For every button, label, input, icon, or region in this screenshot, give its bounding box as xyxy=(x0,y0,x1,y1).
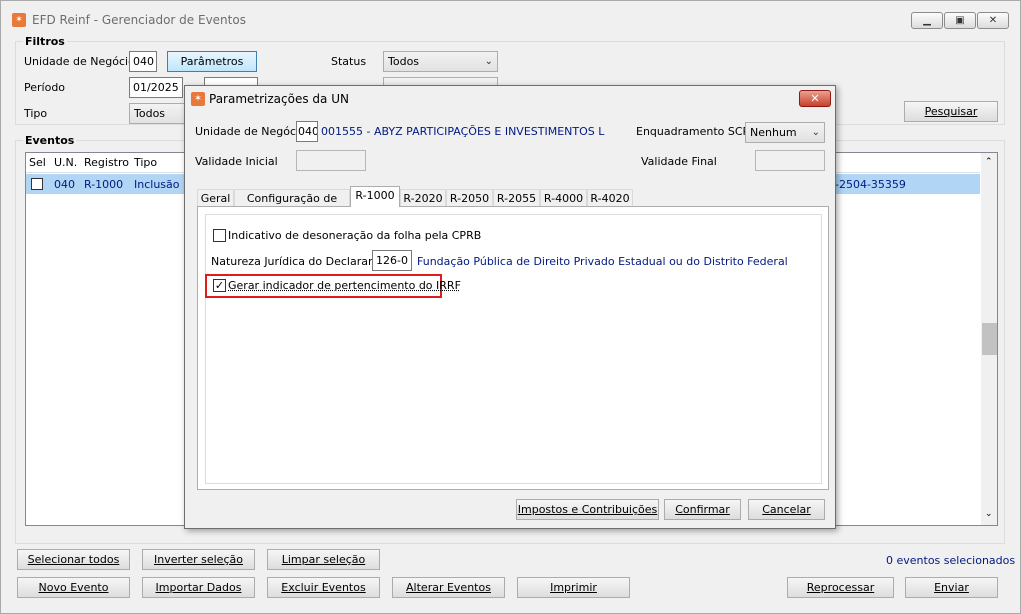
inverter-selecao-label: Inverter seleção xyxy=(154,553,243,566)
tipo-select[interactable]: Todos xyxy=(129,103,189,124)
check-icon: ✓ xyxy=(214,279,225,292)
natureza-input[interactable]: 126-0 xyxy=(372,250,412,271)
tab-r4020[interactable]: R-4020 xyxy=(587,189,633,207)
dialog-close-button[interactable]: ✕ xyxy=(799,90,831,107)
col-registro[interactable]: Registro xyxy=(84,156,129,169)
col-un[interactable]: U.N. xyxy=(54,156,77,169)
alterar-eventos-button[interactable]: Alterar Eventos xyxy=(392,577,505,598)
maximize-button[interactable]: ▣ xyxy=(944,12,976,29)
tab-r2050[interactable]: R-2050 xyxy=(446,189,493,207)
selecionar-todos-label: Selecionar todos xyxy=(27,553,120,566)
desoneracao-label: Indicativo de desoneração da folha pela … xyxy=(228,229,482,242)
unidade-label: Unidade de Negócio xyxy=(24,55,135,68)
scroll-up-icon[interactable]: ⌃ xyxy=(985,157,993,167)
enquadramento-label: Enquadramento SCP xyxy=(636,125,750,138)
enquadramento-value: Nenhum xyxy=(750,126,797,139)
imprimir-button[interactable]: Imprimir xyxy=(517,577,630,598)
importar-dados-button[interactable]: Importar Dados xyxy=(142,577,255,598)
filtros-title: Filtros xyxy=(23,35,67,48)
r1000-tab-panel: Indicativo de desoneração da folha pela … xyxy=(197,206,829,490)
parametrizacoes-dialog: ✶ Parametrizações da UN ✕ Unidade de Neg… xyxy=(184,85,836,529)
close-icon: ✕ xyxy=(988,15,998,26)
limpar-selecao-button[interactable]: Limpar seleção xyxy=(267,549,380,570)
limpar-selecao-label: Limpar seleção xyxy=(281,553,366,566)
window-title: EFD Reinf - Gerenciador de Eventos xyxy=(32,13,246,27)
reinf-logo-icon: ✶ xyxy=(191,92,205,106)
validade-inicial-label: Validade Inicial xyxy=(195,155,278,168)
chevron-down-icon: ⌄ xyxy=(811,127,820,138)
validade-final-label: Validade Final xyxy=(641,155,717,168)
reprocessar-label: Reprocessar xyxy=(806,581,875,594)
row-un: 040 xyxy=(54,178,75,191)
eventos-selecionados-count: 0 eventos selecionados xyxy=(886,554,1016,567)
scroll-thumb[interactable] xyxy=(982,323,997,355)
enviar-button[interactable]: Enviar xyxy=(905,577,998,598)
minimize-button[interactable]: ▁ xyxy=(911,12,943,29)
row-select-checkbox[interactable] xyxy=(31,178,43,190)
tab-configuracao-url[interactable]: Configuração de URL xyxy=(234,189,350,222)
natureza-desc: Fundação Pública de Direito Privado Esta… xyxy=(417,255,788,268)
periodo-input[interactable]: 01/2025 xyxy=(129,77,183,98)
confirmar-label: Confirmar xyxy=(675,503,730,516)
reprocessar-button[interactable]: Reprocessar xyxy=(787,577,894,598)
alterar-eventos-label: Alterar Eventos xyxy=(406,581,491,594)
scroll-down-icon[interactable]: ⌄ xyxy=(985,509,993,519)
pesquisar-button[interactable]: Pesquisar xyxy=(904,101,998,122)
dlg-unidade-desc: 001555 - ABYZ PARTICIPAÇÕES E INVESTIMEN… xyxy=(321,125,605,138)
desoneracao-checkbox[interactable] xyxy=(213,229,226,242)
chevron-down-icon: ⌄ xyxy=(484,56,493,67)
confirmar-button[interactable]: Confirmar xyxy=(664,499,741,520)
tab-geral[interactable]: Geral xyxy=(197,189,234,207)
excluir-eventos-button[interactable]: Excluir Eventos xyxy=(267,577,380,598)
impostos-label: Impostos e Contribuições xyxy=(517,503,658,516)
cancelar-label: Cancelar xyxy=(762,503,811,516)
close-icon: ✕ xyxy=(810,92,820,105)
dlg-unidade-label: Unidade de Negócio xyxy=(195,125,306,138)
dialog-title-bar: ✶ Parametrizações da UN ✕ xyxy=(185,86,835,110)
status-label: Status xyxy=(331,55,367,68)
vertical-scrollbar[interactable]: ⌃ ⌄ xyxy=(981,153,997,525)
importar-dados-label: Importar Dados xyxy=(155,581,242,594)
row-registro: R-1000 xyxy=(84,178,124,191)
cancelar-button[interactable]: Cancelar xyxy=(748,499,825,520)
irrf-label: Gerar indicador de pertencimento do IRRF xyxy=(228,279,461,292)
status-select[interactable]: Todos ⌄ xyxy=(383,51,498,72)
dlg-unidade-input[interactable]: 040 xyxy=(296,121,318,142)
validade-final-input[interactable] xyxy=(755,150,825,171)
inverter-selecao-button[interactable]: Inverter seleção xyxy=(142,549,255,570)
title-bar: ✶ EFD Reinf - Gerenciador de Eventos ▁ ▣… xyxy=(1,1,1020,31)
enquadramento-select[interactable]: Nenhum ⌄ xyxy=(745,122,825,143)
irrf-checkbox[interactable]: ✓ xyxy=(213,279,226,292)
reinf-logo-icon: ✶ xyxy=(12,13,26,27)
tipo-label: Tipo xyxy=(24,107,48,120)
natureza-label: Natureza Jurídica do Declarante xyxy=(211,255,387,268)
selecionar-todos-button[interactable]: Selecionar todos xyxy=(17,549,130,570)
minimize-icon: ▁ xyxy=(923,15,931,26)
excluir-eventos-label: Excluir Eventos xyxy=(281,581,366,594)
novo-evento-button[interactable]: Novo Evento xyxy=(17,577,130,598)
tab-r2055[interactable]: R-2055 xyxy=(493,189,540,207)
enviar-label: Enviar xyxy=(934,581,969,594)
imprimir-label: Imprimir xyxy=(550,581,597,594)
novo-evento-label: Novo Evento xyxy=(38,581,109,594)
parametros-button[interactable]: Parâmetros xyxy=(167,51,257,72)
pesquisar-label: Pesquisar xyxy=(924,105,978,118)
row-tipo: Inclusão xyxy=(134,178,180,191)
unidade-input[interactable]: 040 xyxy=(129,51,157,72)
tipo-value: Todos xyxy=(134,107,166,120)
tab-r4000[interactable]: R-4000 xyxy=(540,189,587,207)
restore-icon: ▣ xyxy=(955,15,965,26)
col-sel[interactable]: Sel xyxy=(29,156,46,169)
status-value: Todos xyxy=(388,55,420,68)
close-button[interactable]: ✕ xyxy=(977,12,1009,29)
col-tipo[interactable]: Tipo xyxy=(134,156,157,169)
impostos-contribuicoes-button[interactable]: Impostos e Contribuições xyxy=(516,499,659,520)
row-recibo: -2504-35359 xyxy=(835,178,906,191)
tab-r1000[interactable]: R-1000 xyxy=(350,186,400,207)
validade-inicial-input[interactable] xyxy=(296,150,366,171)
tab-r2020[interactable]: R-2020 xyxy=(400,189,446,207)
eventos-title: Eventos xyxy=(23,134,77,147)
periodo-label: Período xyxy=(24,81,66,94)
dialog-title: Parametrizações da UN xyxy=(209,92,349,106)
